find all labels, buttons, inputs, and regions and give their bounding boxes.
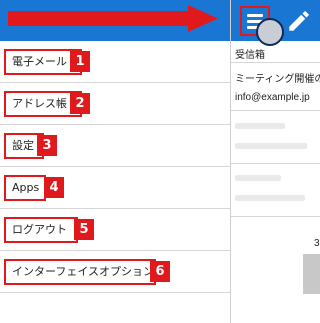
annotation-badge: 2 <box>70 93 90 114</box>
hamburger-icon <box>247 14 263 17</box>
annotation-badge: 5 <box>74 219 94 240</box>
navigation-drawer: 電子メール 1 アドレス帳 2 設定 3 Apps 4 ログアウト 5 インター… <box>0 0 230 323</box>
menu-item-address-book[interactable]: アドレス帳 2 <box>0 83 230 125</box>
inbox-title: 受信箱 <box>235 50 265 61</box>
annotation-badge: 4 <box>44 177 64 198</box>
annotation-badge: 6 <box>150 261 170 282</box>
divider <box>231 110 320 111</box>
message-sender[interactable]: info@example.jp <box>235 92 310 103</box>
inbox-panel: 受信箱 ミーティング開催の info@example.jp 3 <box>230 0 320 323</box>
annotation-badge: 1 <box>70 51 90 72</box>
inbox-header <box>231 0 320 46</box>
pencil-icon[interactable] <box>286 8 312 34</box>
menu-item-label: ログアウト <box>4 217 78 243</box>
cursor-icon <box>256 18 284 46</box>
message-preview-blurred <box>235 123 285 129</box>
menu-item-label: インターフェイスオプション <box>4 259 156 285</box>
divider <box>231 62 320 63</box>
right-arrow-icon <box>8 5 218 32</box>
menu-item-apps[interactable]: Apps 4 <box>0 167 230 209</box>
menu-item-logout[interactable]: ログアウト 5 <box>0 209 230 251</box>
divider <box>231 216 320 217</box>
divider <box>231 163 320 164</box>
message-subject[interactable]: ミーティング開催の <box>235 70 320 85</box>
message-preview-blurred <box>235 143 307 149</box>
message-preview-blurred <box>235 175 281 181</box>
message-preview-blurred <box>235 195 305 201</box>
annotation-badge: 3 <box>37 135 57 156</box>
page-number: 3 <box>314 238 320 249</box>
menu-item-interface-options[interactable]: インターフェイスオプション 6 <box>0 251 230 293</box>
pager-button[interactable] <box>303 254 320 294</box>
menu-item-email[interactable]: 電子メール 1 <box>0 41 230 83</box>
menu-item-settings[interactable]: 設定 3 <box>0 125 230 167</box>
menu-item-label: Apps <box>4 175 46 201</box>
